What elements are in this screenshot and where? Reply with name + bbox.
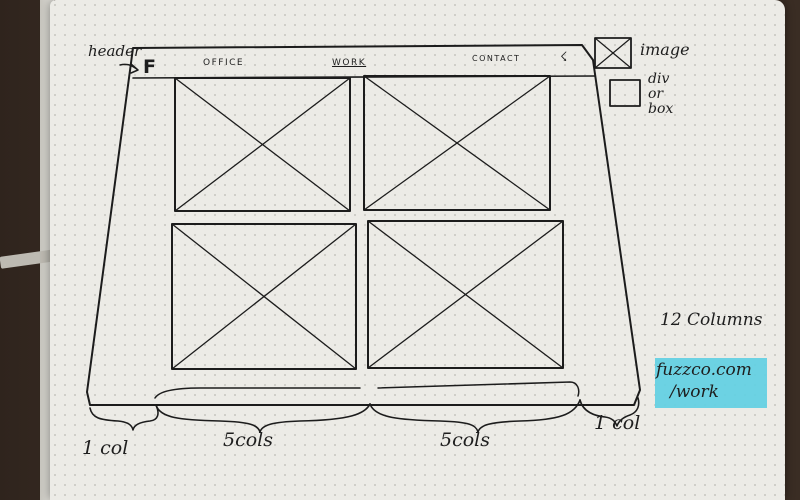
user-icon: ☇ [560, 50, 568, 65]
label-5cols-left: 5cols [223, 429, 273, 451]
footer-strip-right [377, 381, 580, 397]
label-5cols-right: 5cols [440, 429, 490, 451]
nav-item-office: OFFICE [203, 58, 245, 68]
image-placeholder-3 [171, 223, 357, 370]
legend-box-label: div or box [648, 71, 674, 117]
legend-image-swatch [594, 37, 632, 69]
url-annotation-line1: fuzzco.com [656, 360, 752, 380]
nav-item-contact: CONTACT [472, 54, 521, 63]
footer-strip-left [154, 387, 361, 399]
url-annotation-line2: /work [670, 382, 719, 402]
nav-item-work: WORK [332, 58, 367, 68]
legend-image-label: image [640, 40, 690, 59]
brace-1col-left [89, 404, 159, 431]
image-placeholder-4 [367, 220, 564, 369]
logo-letter: F [143, 56, 156, 78]
image-placeholder-1 [174, 77, 351, 212]
legend-box-swatch [609, 79, 641, 107]
image-placeholder-2 [363, 75, 551, 211]
columns-note: 12 Columns [660, 310, 763, 330]
label-1col-left: 1 col [82, 437, 129, 459]
label-1col-right: 1 col [594, 412, 641, 434]
header-annotation: header [88, 42, 142, 60]
brace-5cols-left [155, 403, 371, 433]
